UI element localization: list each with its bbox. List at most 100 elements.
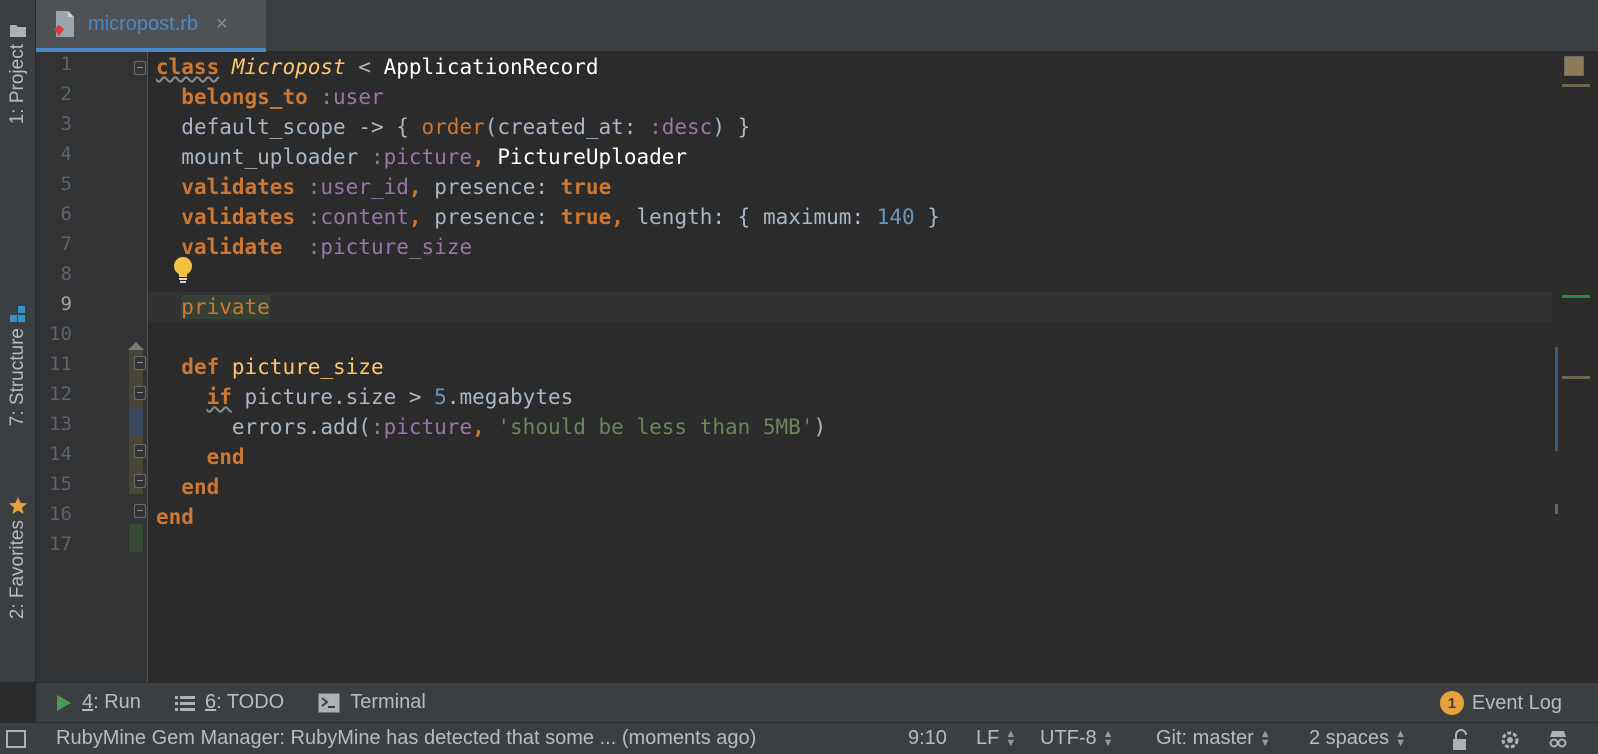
code-text: errors.add(	[231, 415, 371, 439]
code-editor[interactable]: 1 2 3 4 5 6 7 8 9 10 11 12 13 14 15 16 1…	[36, 52, 1598, 682]
symbol: :picture_size	[282, 235, 473, 259]
encoding-widget[interactable]: UTF-8 ▲ ▼	[1040, 723, 1114, 754]
status-message[interactable]: RubyMine Gem Manager: RubyMine has detec…	[56, 723, 756, 754]
literal: true	[560, 205, 612, 229]
fold-toggle[interactable]	[134, 474, 146, 488]
scrollbar-thumb[interactable]	[1555, 347, 1558, 451]
hash-key: presence:	[434, 205, 561, 229]
run-tool-number: 4	[82, 691, 94, 713]
tool-tab-favorites[interactable]: 2: Favorites	[2, 490, 34, 619]
run-tool-button[interactable]: 4: Run	[56, 691, 141, 714]
code-line-6: validates :content, presence: true, leng…	[148, 202, 1552, 232]
symbol: :user_id	[307, 175, 409, 199]
keyword: end	[206, 445, 245, 469]
star-icon	[8, 496, 28, 516]
stripe-marker[interactable]	[1562, 84, 1590, 87]
code-line-15: end	[148, 472, 1552, 502]
todo-tool-label: : TODO	[216, 691, 285, 713]
line-number: 7	[60, 233, 72, 255]
string: 'should be less than 5MB'	[497, 415, 814, 439]
git-branch-widget[interactable]: Git: master ▲ ▼	[1156, 723, 1271, 754]
vcs-deleted-marker[interactable]	[128, 342, 144, 350]
stripe-marker[interactable]	[1562, 295, 1590, 298]
editor-tab-bar: micropost.rb ×	[36, 0, 1598, 52]
event-log-label: Event Log	[1471, 691, 1562, 714]
tool-window-bar: 4: Run 6: TODO Terminal 1 Event Log	[36, 682, 1598, 722]
structure-icon	[8, 304, 28, 324]
toggle-tool-windows-icon[interactable]	[6, 730, 26, 748]
caret-position[interactable]: 9:10	[908, 723, 947, 754]
fold-toggle[interactable]	[134, 356, 146, 370]
code-line-12: if picture.size > 5.megabytes	[148, 382, 1552, 412]
indent-widget[interactable]: 2 spaces ▲ ▼	[1309, 723, 1406, 754]
folder-icon	[8, 20, 28, 40]
fold-toggle[interactable]	[134, 504, 146, 518]
parent-class: ApplicationRecord	[383, 55, 599, 79]
inspector-icon[interactable]	[1546, 728, 1570, 754]
code-text: ) }	[712, 115, 751, 139]
left-tool-strip: 1: Project 7: Structure 2: Favorites	[0, 0, 36, 682]
line-number: 1	[60, 53, 72, 75]
stripe-marker[interactable]	[1555, 504, 1558, 514]
comma: ,	[408, 175, 435, 199]
fold-toggle[interactable]	[134, 61, 146, 75]
keyword: def	[181, 355, 220, 379]
encoding-value: UTF-8	[1040, 727, 1097, 749]
vcs-modified-marker[interactable]	[129, 408, 143, 436]
symbol: :desc	[649, 115, 713, 139]
symbol: :user	[320, 85, 384, 109]
tool-tab-project[interactable]: 1: Project	[2, 14, 34, 124]
line-separator-widget[interactable]: LF ▲ ▼	[976, 723, 1016, 754]
line-number: 10	[49, 323, 72, 345]
event-log-button[interactable]: 1 Event Log	[1439, 683, 1562, 723]
keyword: private	[181, 295, 270, 319]
line-number: 3	[60, 113, 72, 135]
line-number: 15	[49, 473, 72, 495]
inspection-status-icon[interactable]	[1564, 56, 1584, 76]
comma: ,	[472, 145, 498, 169]
tool-tab-structure[interactable]: 7: Structure	[2, 298, 34, 426]
fold-toggle[interactable]	[134, 386, 146, 400]
fold-toggle[interactable]	[134, 444, 146, 458]
literal: true	[560, 175, 612, 199]
gear-icon[interactable]	[1498, 728, 1522, 754]
ruby-file-icon	[52, 9, 78, 39]
hash-key: presence:	[434, 175, 561, 199]
lock-icon[interactable]	[1452, 729, 1470, 754]
tool-tab-project-label: 1: Project	[7, 44, 28, 125]
method-call: order	[421, 115, 485, 139]
line-number: 13	[49, 413, 72, 435]
code-text: mount_uploader	[181, 145, 371, 169]
code-line-7: validate :picture_size	[148, 232, 1552, 262]
stripe-marker[interactable]	[1562, 376, 1590, 379]
terminal-tool-button[interactable]: Terminal	[318, 691, 426, 714]
vcs-added-marker[interactable]	[129, 524, 143, 552]
editor-tab-micropost[interactable]: micropost.rb ×	[36, 0, 266, 52]
code-line-11: def picture_size	[148, 352, 1552, 382]
line-number-current: 9	[60, 293, 72, 315]
code-text: .megabytes	[446, 385, 574, 409]
up-down-icon: ▲ ▼	[1005, 727, 1017, 749]
code-text: }	[914, 205, 940, 229]
indent-value: 2 spaces	[1309, 727, 1390, 749]
line-number: 17	[49, 533, 72, 555]
close-icon[interactable]: ×	[216, 13, 228, 36]
status-bar: RubyMine Gem Manager: RubyMine has detec…	[0, 722, 1598, 754]
code-line-5: validates :user_id, presence: true	[148, 172, 1552, 202]
error-stripe[interactable]	[1552, 52, 1598, 682]
line-number: 6	[60, 203, 72, 225]
code-area[interactable]: class Micropost < ApplicationRecord belo…	[148, 52, 1552, 682]
list-icon	[174, 695, 195, 711]
symbol: :picture	[370, 145, 473, 169]
line-number: 12	[49, 383, 72, 405]
tool-tab-favorites-label: 2: Favorites	[7, 520, 28, 620]
hash-key: length: { maximum:	[636, 205, 877, 229]
todo-tool-button[interactable]: 6: TODO	[174, 691, 285, 714]
code-line-2: belongs_to :user	[148, 82, 1552, 112]
line-number: 5	[60, 173, 72, 195]
code-line-14: end	[148, 442, 1552, 472]
class-name: Micropost	[231, 55, 346, 79]
up-down-icon: ▲ ▼	[1102, 727, 1114, 749]
method-call: validates	[181, 205, 296, 229]
